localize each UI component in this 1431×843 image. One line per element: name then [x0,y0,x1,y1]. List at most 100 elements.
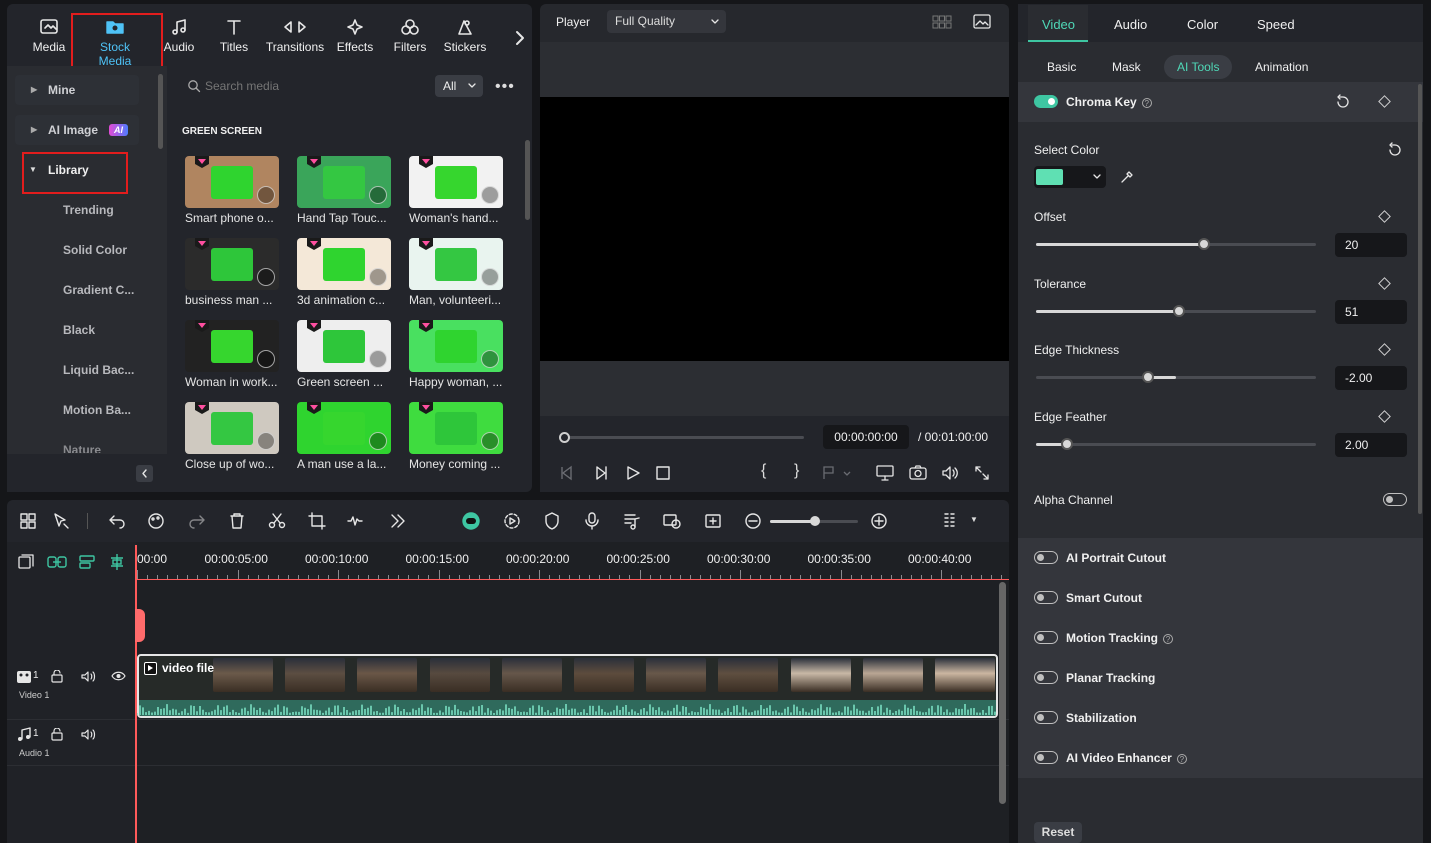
reset-icon[interactable] [1387,142,1403,158]
slider-knob[interactable] [1142,371,1154,383]
subtab-animation[interactable]: Animation [1242,55,1321,79]
audio-stretch-icon[interactable] [346,512,364,530]
download-icon[interactable] [369,186,387,204]
subtab-basic[interactable]: Basic [1034,55,1089,79]
download-icon[interactable] [257,186,275,204]
panel-scrollbar[interactable] [1418,84,1422,514]
tab-filters[interactable]: Filters [381,18,439,54]
media-thumbnail[interactable] [297,320,391,372]
filter-dropdown[interactable]: All [435,75,483,97]
crop-icon[interactable] [308,512,326,530]
microphone-icon[interactable] [583,512,601,530]
tab-color[interactable]: Color [1187,17,1218,32]
media-thumbnail[interactable] [185,402,279,454]
tab-stickers[interactable]: Stickers [436,18,494,54]
media-thumbnail[interactable] [185,320,279,372]
seek-knob[interactable] [559,432,570,443]
previous-frame-icon[interactable] [559,465,575,481]
feature-toggle[interactable] [1034,671,1058,684]
sidebar-subitem[interactable]: Gradient C... [63,283,134,297]
quality-dropdown[interactable]: Full Quality [607,10,726,33]
sidebar-item-mine[interactable]: ▶ Mine [15,75,139,105]
edge-feather-value[interactable]: 2.00 [1335,433,1407,457]
download-icon[interactable] [481,268,499,286]
next-frame-icon[interactable] [593,465,609,481]
media-thumbnail[interactable] [409,156,503,208]
chroma-key-toggle[interactable] [1034,95,1058,108]
eye-icon[interactable] [111,670,126,682]
seek-bar[interactable] [559,432,804,443]
media-thumbnail[interactable] [297,238,391,290]
reset-icon[interactable] [1335,94,1351,110]
search-input[interactable] [205,76,425,96]
download-icon[interactable] [257,350,275,368]
tab-speed[interactable]: Speed [1257,17,1295,32]
link-icon[interactable] [47,555,67,569]
download-icon[interactable] [257,432,275,450]
download-icon[interactable] [369,268,387,286]
playhead-line[interactable] [135,545,137,843]
video-preview[interactable] [540,97,1009,361]
sidebar-subitem[interactable]: Nature [63,443,101,453]
media-grid-scrollbar[interactable] [525,140,530,220]
replace-icon[interactable] [663,512,681,530]
zoom-out-icon[interactable] [744,512,762,530]
chevron-right-icon[interactable] [513,30,525,46]
tab-transitions[interactable]: Transitions [264,18,326,54]
sidebar-subitem[interactable]: Solid Color [63,243,127,257]
reset-button[interactable]: Reset [1034,822,1082,843]
sidebar-subitem[interactable]: Black [63,323,95,337]
sidebar-item-ai-image[interactable]: ▶ AI Image AI [15,115,139,145]
delete-icon[interactable] [228,512,246,530]
media-thumbnail[interactable] [297,402,391,454]
speaker-icon[interactable] [81,728,96,741]
media-thumbnail[interactable] [185,156,279,208]
screenshot-icon[interactable] [704,512,722,530]
slider-knob[interactable] [1060,438,1073,450]
layout-icon[interactable] [942,512,960,530]
sidebar-subitem[interactable]: Motion Ba... [63,403,131,417]
download-icon[interactable] [369,350,387,368]
media-thumbnail[interactable] [185,238,279,290]
more-tools-icon[interactable] [388,512,406,530]
sidebar-scrollbar[interactable] [158,74,163,149]
slider-knob[interactable] [1198,238,1210,250]
lock-icon[interactable] [51,728,63,741]
playhead-handle[interactable] [135,609,145,642]
tab-media[interactable]: Media [20,18,78,54]
ai-mate-icon[interactable] [462,512,480,530]
media-thumbnail[interactable] [297,156,391,208]
color-picker-dropdown[interactable] [1034,166,1106,188]
cut-icon[interactable] [268,512,286,530]
tab-video-label[interactable]: Video [1042,17,1075,32]
timeline-scrollbar[interactable] [999,582,1006,804]
download-icon[interactable] [369,432,387,450]
feature-toggle[interactable] [1034,551,1058,564]
collapse-sidebar-button[interactable] [136,465,153,482]
camera-icon[interactable] [909,465,927,481]
shield-icon[interactable] [543,512,561,530]
help-icon[interactable]: ? [1176,753,1187,764]
help-icon[interactable]: ? [1163,633,1174,644]
edge-thickness-slider[interactable] [1036,371,1316,383]
zoom-slider[interactable] [770,516,858,526]
redo-icon[interactable] [188,512,206,530]
alpha-channel-toggle[interactable] [1383,493,1407,506]
tolerance-slider[interactable] [1036,305,1316,317]
download-icon[interactable] [481,350,499,368]
sidebar-subitem[interactable]: Liquid Bac... [63,363,134,377]
tab-effects[interactable]: Effects [326,18,384,54]
stop-icon[interactable] [656,466,670,480]
mark-in-icon[interactable]: { [761,462,766,480]
zoom-slider-knob[interactable] [810,516,820,526]
tab-audio-prop[interactable]: Audio [1114,17,1147,32]
eyedropper-icon[interactable] [1120,170,1134,184]
display-settings-icon[interactable] [876,465,894,481]
mark-out-icon[interactable]: } [794,462,799,480]
add-track-icon[interactable] [18,554,34,570]
offset-slider[interactable] [1036,238,1316,250]
render-icon[interactable] [503,512,521,530]
sidebar-subitem[interactable]: Trending [63,203,114,217]
feature-toggle[interactable] [1034,711,1058,724]
snapshot-view-icon[interactable] [973,14,991,29]
